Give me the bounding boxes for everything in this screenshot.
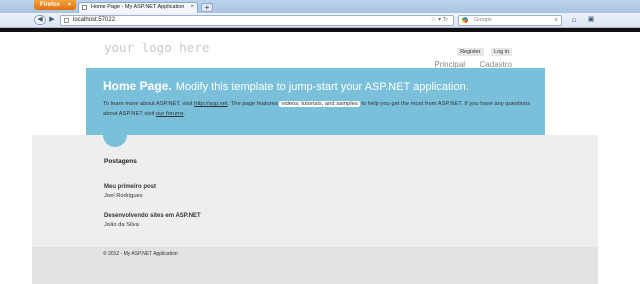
search-icon[interactable]: ⌕	[555, 16, 558, 25]
copyright-text: © 2012 - My ASP.NET Application	[103, 251, 178, 257]
page-title: Home Page.	[103, 79, 172, 93]
tab-home-page[interactable]: Home Page - My ASP.NET Application ×	[78, 2, 198, 13]
featured-text-part: .	[183, 111, 186, 117]
post-item: Desenvolvendo sites em ASP.NET João da S…	[104, 212, 201, 230]
featured-title: Home Page. Modify this template to jump-s…	[103, 77, 469, 95]
browser-window: Firefox ▼ Home Page - My ASP.NET Applica…	[0, 0, 640, 284]
forward-button[interactable]: ▶	[48, 15, 56, 25]
tab-strip: Firefox ▼ Home Page - My ASP.NET Applica…	[0, 0, 640, 13]
home-button[interactable]: ⌂	[568, 15, 580, 25]
chevron-down-icon: ▼	[67, 2, 72, 8]
star-icon[interactable]: ☆	[431, 17, 438, 23]
arrow-right-icon: ▶	[49, 16, 55, 23]
site-header: your logo here Register Log in Principal…	[86, 32, 598, 69]
search-placeholder: Google	[474, 17, 492, 23]
arrow-left-icon: ◀	[37, 16, 43, 23]
plus-icon: +	[204, 3, 210, 12]
post-item: Meu primeiro post Joel Rodrigues	[104, 183, 156, 201]
featured-text-part: To learn more about ASP.NET, visit	[103, 101, 193, 107]
page-icon	[82, 5, 87, 10]
home-icon: ⌂	[571, 15, 577, 24]
url-text: localhost:57022	[73, 17, 116, 23]
page-subtitle: Modify this template to jump-start your …	[175, 81, 469, 93]
new-tab-button[interactable]: +	[201, 3, 213, 12]
addon-icon: ▣	[587, 16, 595, 23]
tab-title: Home Page - My ASP.NET Application	[91, 4, 185, 10]
close-icon[interactable]: ×	[190, 3, 194, 12]
firefox-menu-button[interactable]: Firefox ▼	[34, 0, 76, 10]
post-author: Joel Rodrigues	[104, 193, 143, 199]
address-bar[interactable]: localhost:57022 ☆▾↻	[60, 15, 454, 26]
forums-link[interactable]: our forums	[156, 111, 184, 117]
page-icon	[64, 18, 69, 23]
featured-text-part: . The page features	[227, 101, 278, 107]
url-actions: ☆▾↻	[431, 16, 450, 25]
post-title[interactable]: Meu primeiro post	[104, 183, 156, 192]
firefox-menu-label: Firefox	[40, 2, 61, 8]
navigation-toolbar: ◀ ▶ localhost:57022 ☆▾↻ Google ⌕ ⌂ ▣	[0, 13, 640, 28]
posts-section-title: Postagens	[104, 158, 137, 165]
videos-tutorials-link[interactable]: videos, tutorials, and samples	[279, 101, 360, 107]
featured-section: Home Page. Modify this template to jump-s…	[86, 68, 545, 135]
search-bar[interactable]: Google ⌕	[458, 15, 562, 26]
google-icon[interactable]	[462, 17, 468, 23]
back-button[interactable]: ◀	[34, 15, 46, 25]
asp-net-link[interactable]: http://asp.net	[194, 101, 228, 107]
post-author: João da Silva	[104, 222, 139, 228]
featured-text: To learn more about ASP.NET, visit http:…	[103, 99, 533, 119]
addon-button[interactable]: ▣	[584, 15, 598, 25]
post-title[interactable]: Desenvolvendo sites em ASP.NET	[104, 212, 201, 221]
reload-icon[interactable]: ↻	[443, 17, 450, 23]
site-logo[interactable]: your logo here	[104, 40, 209, 55]
